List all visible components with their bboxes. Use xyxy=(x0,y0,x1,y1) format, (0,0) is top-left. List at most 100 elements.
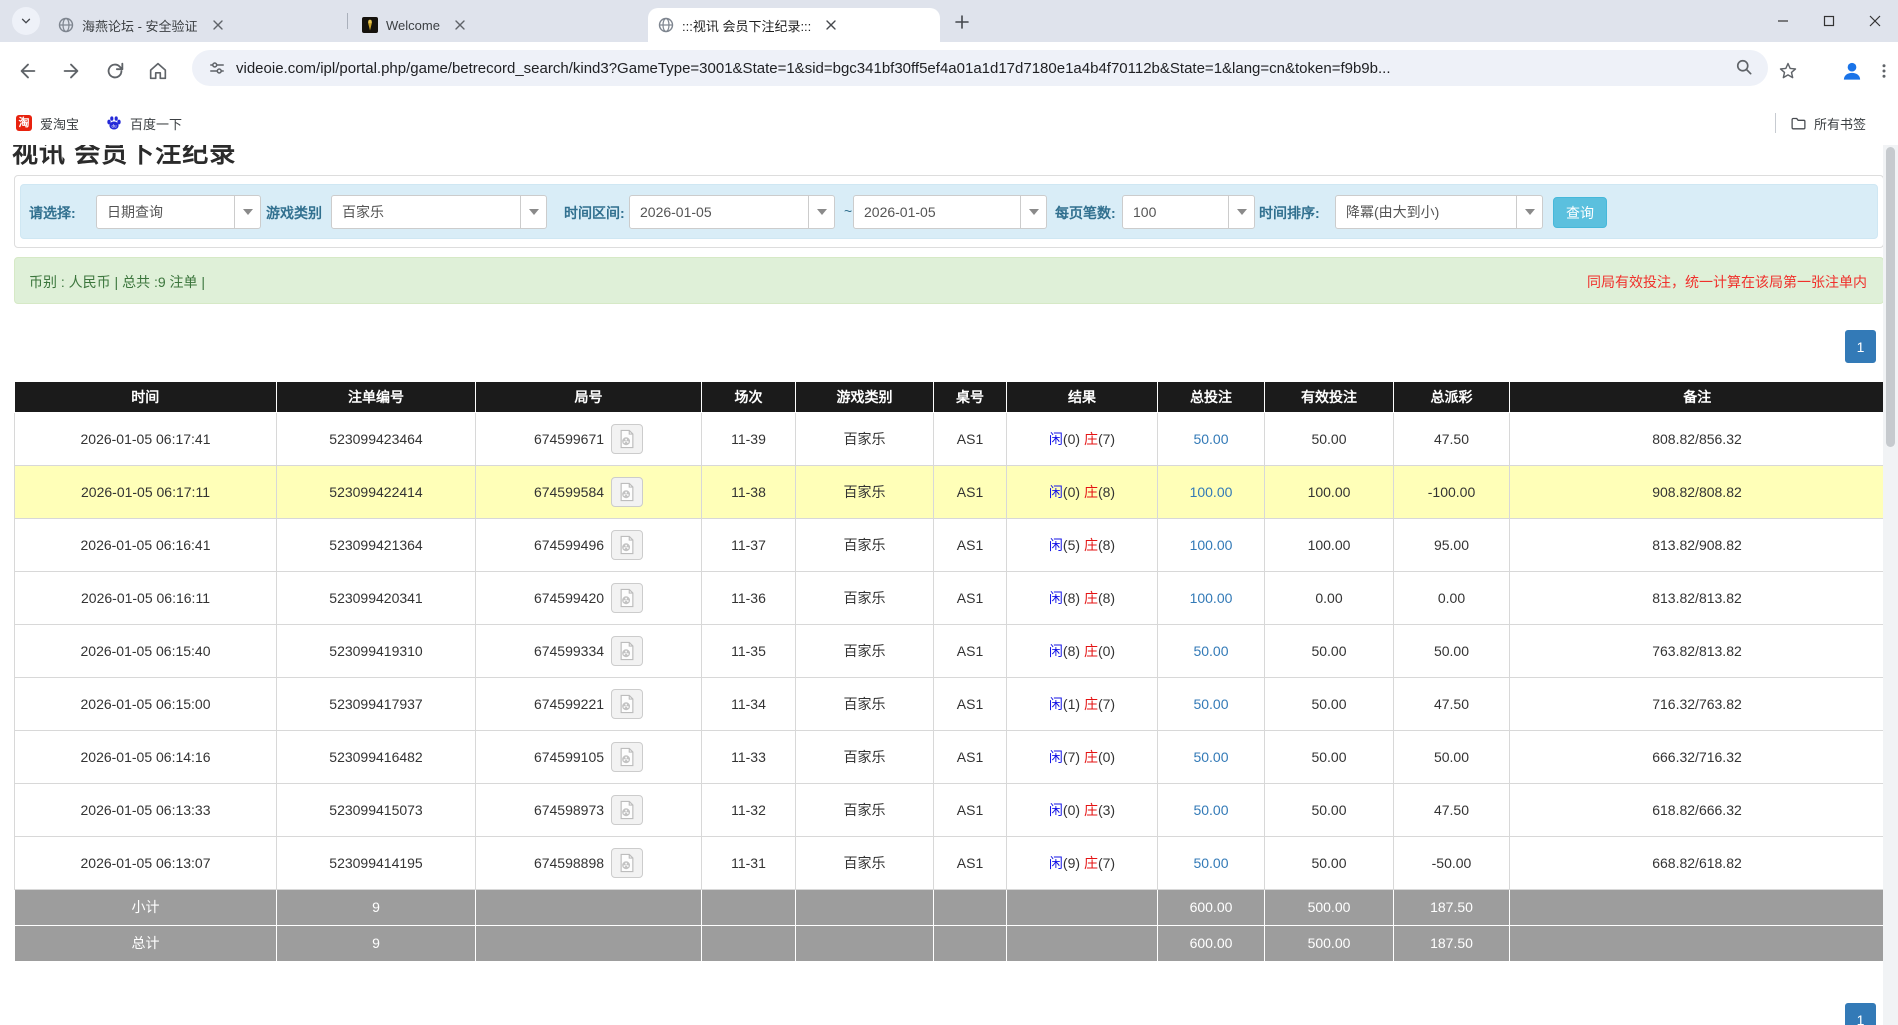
window-minimize-button[interactable] xyxy=(1760,0,1806,42)
total-empty-cell xyxy=(476,889,702,925)
total-bet-link[interactable]: 100.00 xyxy=(1190,537,1233,553)
total-bet-link[interactable]: 50.00 xyxy=(1193,855,1228,871)
cell-time: 2026-01-05 06:17:11 xyxy=(15,465,277,518)
tab-close-icon[interactable] xyxy=(823,17,839,33)
result-count: (8) xyxy=(1098,484,1115,500)
video-replay-button[interactable] xyxy=(611,530,643,560)
total-bet-link[interactable]: 50.00 xyxy=(1193,431,1228,447)
banker-result: 庄 xyxy=(1084,431,1098,447)
round-number: 674599496 xyxy=(534,537,604,553)
scrollbar-thumb[interactable] xyxy=(1886,147,1895,447)
video-replay-button[interactable] xyxy=(611,848,643,878)
new-tab-button[interactable] xyxy=(950,10,974,34)
total-count: 9 xyxy=(277,925,476,961)
total-bet-link[interactable]: 100.00 xyxy=(1190,484,1233,500)
cell-round-number: 674599496 xyxy=(476,518,702,571)
cell-total-bet[interactable]: 100.00 xyxy=(1158,518,1265,571)
banker-result: 庄 xyxy=(1084,537,1098,553)
video-replay-button[interactable] xyxy=(611,477,643,507)
cell-session: 11-39 xyxy=(702,412,796,465)
video-replay-button[interactable] xyxy=(611,795,643,825)
tab-welcome[interactable]: Welcome xyxy=(352,8,637,42)
back-button[interactable] xyxy=(12,55,44,87)
video-replay-button[interactable] xyxy=(611,742,643,772)
home-button[interactable] xyxy=(142,55,174,87)
cell-table-number: AS1 xyxy=(934,571,1007,624)
total-bet-link[interactable]: 50.00 xyxy=(1193,696,1228,712)
cell-payout: 50.00 xyxy=(1394,624,1510,677)
cell-total-bet[interactable]: 50.00 xyxy=(1158,624,1265,677)
result-count: (7) xyxy=(1098,855,1115,871)
column-header: 桌号 xyxy=(934,382,1007,412)
chevron-down-icon xyxy=(1020,196,1046,228)
player-result: 闲 xyxy=(1049,484,1063,500)
forward-button[interactable] xyxy=(55,55,87,87)
total-bet-link[interactable]: 50.00 xyxy=(1193,643,1228,659)
video-replay-button[interactable] xyxy=(611,689,643,719)
column-header: 游戏类别 xyxy=(796,382,934,412)
page-scrollbar[interactable] xyxy=(1883,145,1898,1025)
total-bet-sum: 600.00 xyxy=(1158,925,1265,961)
query-button[interactable]: 查询 xyxy=(1553,197,1607,228)
cell-total-bet[interactable]: 100.00 xyxy=(1158,465,1265,518)
time-sort-select[interactable]: 降冪(由大到小) xyxy=(1335,195,1543,229)
cell-valid-bet: 100.00 xyxy=(1265,465,1394,518)
cell-total-bet[interactable]: 100.00 xyxy=(1158,571,1265,624)
tab-betrecord-active[interactable]: :::视讯 会员下注纪录::: xyxy=(648,8,940,42)
total-bet-link[interactable]: 50.00 xyxy=(1193,802,1228,818)
browser-menu-icon[interactable] xyxy=(1872,55,1896,87)
profile-avatar-icon[interactable] xyxy=(1836,55,1868,87)
taobao-icon: 淘 xyxy=(16,115,32,131)
all-bookmarks-button[interactable]: 所有书签 xyxy=(1790,110,1866,136)
query-type-select[interactable]: 日期查询 xyxy=(96,195,261,229)
video-replay-button[interactable] xyxy=(611,636,643,666)
cell-payout: 47.50 xyxy=(1394,412,1510,465)
pagination-page-1-bottom[interactable]: 1 xyxy=(1845,1003,1876,1025)
game-type-label: 游戏类别 xyxy=(266,203,322,223)
cell-round-number: 674599420 xyxy=(476,571,702,624)
bookmark-star-icon[interactable] xyxy=(1772,55,1804,87)
window-close-button[interactable] xyxy=(1852,0,1898,42)
url-text[interactable]: videoie.com/ipl/portal.php/game/betrecor… xyxy=(236,60,1734,77)
zoom-indicator-icon[interactable] xyxy=(1734,57,1756,79)
tab-close-icon[interactable] xyxy=(452,17,468,33)
all-bookmarks-label: 所有书签 xyxy=(1814,114,1866,133)
player-result: 闲 xyxy=(1049,537,1063,553)
cell-table-number: AS1 xyxy=(934,783,1007,836)
cell-result: 闲(7) 庄(0) xyxy=(1007,730,1158,783)
cell-session: 11-36 xyxy=(702,571,796,624)
player-result: 闲 xyxy=(1049,855,1063,871)
per-page-select[interactable]: 100 xyxy=(1122,195,1255,229)
window-maximize-button[interactable] xyxy=(1806,0,1852,42)
pagination-page-1-top[interactable]: 1 xyxy=(1845,330,1876,363)
cell-valid-bet: 100.00 xyxy=(1265,518,1394,571)
cell-valid-bet: 50.00 xyxy=(1265,624,1394,677)
tab-close-icon[interactable] xyxy=(210,17,226,33)
cell-total-bet[interactable]: 50.00 xyxy=(1158,677,1265,730)
bookmark-baidu[interactable]: du 百度一下 xyxy=(106,110,182,136)
game-type-select[interactable]: 百家乐 xyxy=(331,195,547,229)
cell-session: 11-38 xyxy=(702,465,796,518)
address-bar[interactable]: videoie.com/ipl/portal.php/game/betrecor… xyxy=(192,50,1768,86)
date-from-input[interactable]: 2026-01-05 xyxy=(629,195,835,229)
cell-total-bet[interactable]: 50.00 xyxy=(1158,730,1265,783)
tab-haiyan[interactable]: 海燕论坛 - 安全验证 xyxy=(48,8,340,42)
cell-round-number: 674598898 xyxy=(476,836,702,889)
tab-search-button[interactable] xyxy=(12,7,40,35)
total-bet-link[interactable]: 50.00 xyxy=(1193,749,1228,765)
cell-remark: 808.82/856.32 xyxy=(1510,412,1885,465)
reload-button[interactable] xyxy=(99,55,131,87)
bookmark-taobao[interactable]: 淘 爱淘宝 xyxy=(16,110,79,136)
video-replay-button[interactable] xyxy=(611,583,643,613)
cell-remark: 813.82/813.82 xyxy=(1510,571,1885,624)
cell-result: 闲(5) 庄(8) xyxy=(1007,518,1158,571)
cell-total-bet[interactable]: 50.00 xyxy=(1158,836,1265,889)
site-settings-icon[interactable] xyxy=(206,57,228,79)
video-replay-button[interactable] xyxy=(611,424,643,454)
total-bet-link[interactable]: 100.00 xyxy=(1190,590,1233,606)
cell-total-bet[interactable]: 50.00 xyxy=(1158,783,1265,836)
cell-time: 2026-01-05 06:16:41 xyxy=(15,518,277,571)
cell-total-bet[interactable]: 50.00 xyxy=(1158,412,1265,465)
select-type-label: 请选择: xyxy=(29,203,76,223)
date-to-input[interactable]: 2026-01-05 xyxy=(853,195,1047,229)
